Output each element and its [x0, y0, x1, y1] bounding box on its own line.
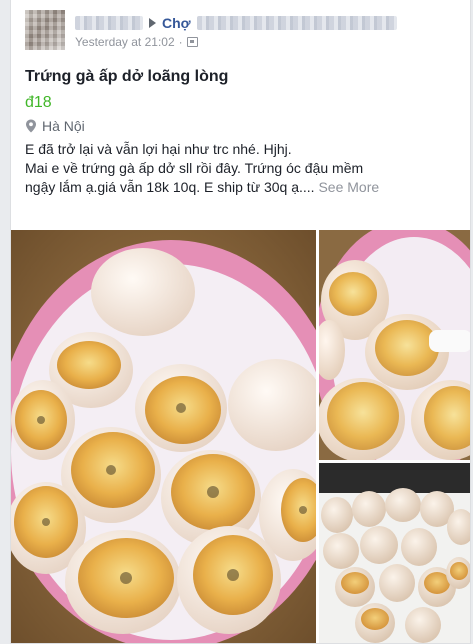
photo-eggs-tray[interactable]: [319, 463, 470, 643]
triangle-right-icon: [149, 18, 156, 28]
post-author-row: Chợ: [75, 13, 397, 33]
post-header: Chợ Yesterday at 21:02 ·: [25, 10, 465, 54]
photo-eggs-closeup[interactable]: [319, 230, 470, 460]
description-line: E đã trở lại và vẫn lợi hại như trc nhé.…: [25, 141, 292, 157]
description-line: Mai e về trứng gà ấp dở sll rồi đây. Trứ…: [25, 160, 364, 176]
audience-icon[interactable]: [186, 37, 198, 47]
separator: ·: [178, 35, 183, 49]
description-line-last: ngậy lắm ạ.giá vẫn 18k 10q. E ship từ 30…: [25, 178, 465, 197]
avatar[interactable]: [25, 10, 65, 50]
group-name[interactable]: Chợ: [162, 15, 191, 31]
blurred-author-name[interactable]: [75, 16, 143, 30]
description-line-text: ngậy lắm ạ.giá vẫn 18k 10q. E ship từ 30…: [25, 179, 315, 195]
timestamp[interactable]: Yesterday at 21:02: [75, 35, 175, 49]
photo-main-eggs-bowl[interactable]: [11, 230, 316, 643]
post-meta: Yesterday at 21:02 ·: [75, 35, 198, 49]
see-more-link[interactable]: See More: [318, 179, 379, 195]
pin-icon: [26, 119, 36, 133]
listing-title[interactable]: Trứng gà ấp dở loãng lòng: [25, 68, 228, 86]
photo-grid: [11, 230, 470, 643]
blurred-group-name[interactable]: [196, 16, 397, 30]
location-text: Hà Nội: [42, 118, 85, 134]
listing-price: đ18: [25, 94, 52, 111]
listing-location: Hà Nội: [25, 118, 85, 134]
listing-description: E đã trở lại và vẫn lợi hại như trc nhé.…: [25, 140, 465, 197]
marketplace-post-card: Chợ Yesterday at 21:02 · Trứng gà ấp dở …: [10, 0, 471, 644]
